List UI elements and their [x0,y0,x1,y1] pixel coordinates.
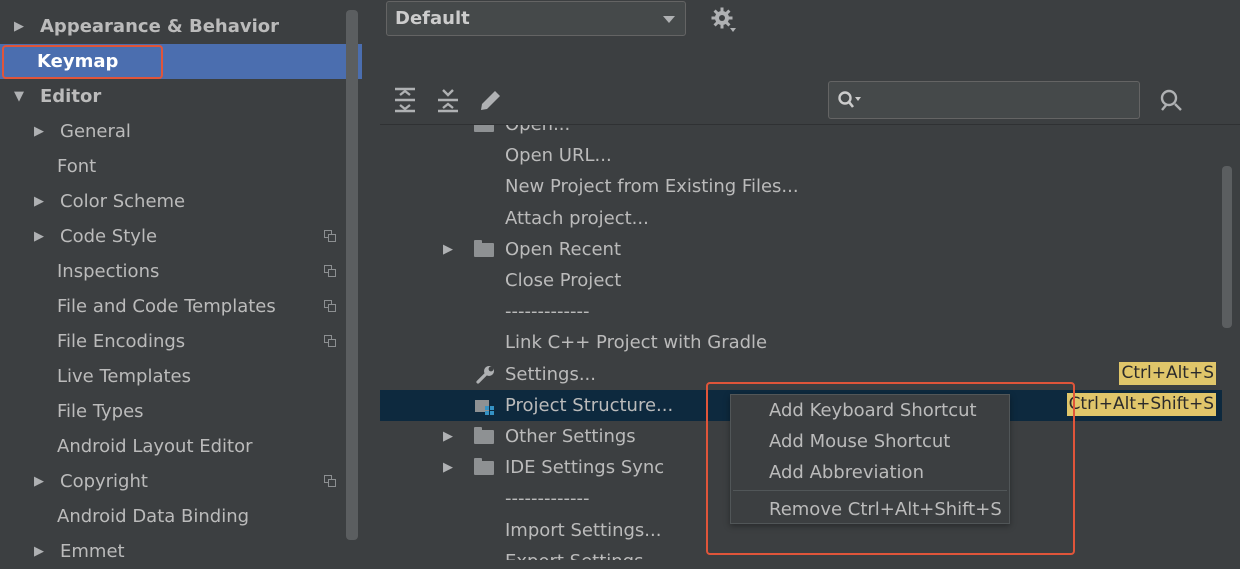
sidebar-item-code-style[interactable]: ▶ Code Style [0,219,362,254]
chevron-right-icon[interactable]: ▶ [14,9,24,44]
chevron-down-icon [663,16,675,23]
folder-icon [474,458,494,476]
action-row-link-c++-project-with-gradle[interactable]: Link C++ Project with Gradle [380,327,1222,358]
action-label: Open URL... [505,145,612,167]
sidebar-item-label: Android Data Binding [57,506,250,527]
action-label: Attach project... [505,207,649,229]
sidebar-scrollbar[interactable] [346,10,358,540]
sidebar-item-label: Code Style [60,226,158,247]
sidebar-item-label: Copyright [60,471,148,492]
action-label: Link C++ Project with Gradle [505,332,768,354]
action-tree-scrollbar[interactable] [1222,166,1232,328]
pencil-icon[interactable] [477,86,503,114]
chevron-right-icon[interactable]: ▶ [34,184,44,219]
keymap-search-box[interactable] [828,81,1140,119]
action-label: ------------- [505,488,590,510]
action-row-separator[interactable]: ------------- [380,296,1222,327]
action-label: Other Settings [505,426,636,447]
folder-icon [474,125,494,132]
sidebar-item-label: File Types [57,401,144,422]
action-row-open[interactable]: Open... [380,125,1222,140]
action-label: Open Recent [505,238,622,260]
sidebar-item-label: Inspections [57,261,160,282]
action-label: New Project from Existing Files... [505,176,799,198]
gear-icon[interactable] [710,6,738,34]
sidebar-item-label: Editor [40,86,102,107]
sidebar-item-font[interactable]: Font [0,149,362,184]
project-scope-icon [324,335,336,347]
sidebar-item-label: File Encodings [57,331,186,352]
sidebar-item-label: Emmet [60,541,125,562]
action-row-close-project[interactable]: Close Project [380,265,1222,296]
project-scope-icon [324,230,336,242]
chevron-right-icon[interactable]: ▶ [443,452,453,483]
sidebar-item-inspections[interactable]: Inspections [0,254,362,289]
action-row-open-url[interactable]: Open URL... [380,140,1222,171]
chevron-down-icon[interactable]: ▼ [14,79,24,114]
sidebar-item-label: Android Layout Editor [57,436,253,457]
sidebar-item-color-scheme[interactable]: ▶ Color Scheme [0,184,362,219]
settings-sidebar: ▶ Appearance & Behavior Keymap ▼ Editor ▶ Gene… [0,0,362,562]
action-label: Close Project [505,270,622,291]
sidebar-item-emmet[interactable]: ▶ Emmet [0,534,362,569]
sidebar-item-android-layout-editor[interactable]: Android Layout Editor [0,429,362,464]
wrench-icon [476,365,494,384]
expand-all-icon[interactable] [392,86,418,114]
search-icon[interactable] [837,90,863,110]
shortcut-badge: Ctrl+Alt+Shift+S [1066,392,1216,416]
sidebar-item-live-templates[interactable]: Live Templates [0,359,362,394]
sidebar-item-file-encodings[interactable]: File Encodings [0,324,362,359]
annotation-highlight-keymap [2,45,163,79]
action-row-new-project-from-existing-files[interactable]: New Project from Existing Files... [380,171,1222,202]
sidebar-item-label: General [60,121,131,142]
action-label: Import Settings... [505,519,662,541]
sidebar-item-editor[interactable]: ▼ Editor [0,79,362,114]
sidebar-item-general[interactable]: ▶ General [0,114,362,149]
sidebar-item-copyright[interactable]: ▶ Copyright [0,464,362,499]
project-scope-icon [324,475,336,487]
sidebar-item-label: Color Scheme [60,191,186,212]
annotation-highlight-context-menu [706,382,1075,555]
keymap-scheme-value: Default [395,8,470,29]
sidebar-item-label: Appearance & Behavior [40,16,280,37]
sidebar-item-label: Live Templates [57,366,191,387]
folder-icon [474,239,494,257]
chevron-right-icon[interactable]: ▶ [34,219,44,254]
action-label: ------------- [505,301,590,323]
find-by-shortcut-icon[interactable] [1158,88,1184,114]
sidebar-item-file-and-code-templates[interactable]: File and Code Templates [0,289,362,324]
chevron-right-icon[interactable]: ▶ [34,114,44,149]
action-row-open-recent[interactable]: ▶ Open Recent [380,234,1222,265]
chevron-right-icon[interactable]: ▶ [443,421,453,452]
action-label: Settings... [505,363,596,385]
action-row-attach-project[interactable]: Attach project... [380,203,1222,234]
project-scope-icon [324,300,336,312]
chevron-right-icon[interactable]: ▶ [34,534,44,569]
chevron-right-icon[interactable]: ▶ [34,464,44,499]
shortcut-badge: Ctrl+Alt+S [1119,361,1216,385]
sidebar-item-android-data-binding[interactable]: Android Data Binding [0,499,362,534]
search-input[interactable] [869,88,1133,114]
action-label: Project Structure... [505,394,674,416]
project-structure-icon [475,399,494,415]
action-label: IDE Settings Sync [505,457,665,479]
project-scope-icon [324,265,336,277]
sidebar-item-label: File and Code Templates [57,296,276,317]
keymap-scheme-dropdown[interactable]: Default [386,1,686,36]
action-label: Export Settings... [505,546,661,560]
action-label: Open... [505,125,570,140]
folder-icon [474,427,494,444]
sidebar-item-appearance-behavior[interactable]: ▶ Appearance & Behavior [0,9,362,44]
sidebar-item-label: Font [57,156,97,177]
chevron-right-icon[interactable]: ▶ [443,234,453,265]
collapse-all-icon[interactable] [435,86,461,114]
sidebar-item-file-types[interactable]: File Types [0,394,362,429]
